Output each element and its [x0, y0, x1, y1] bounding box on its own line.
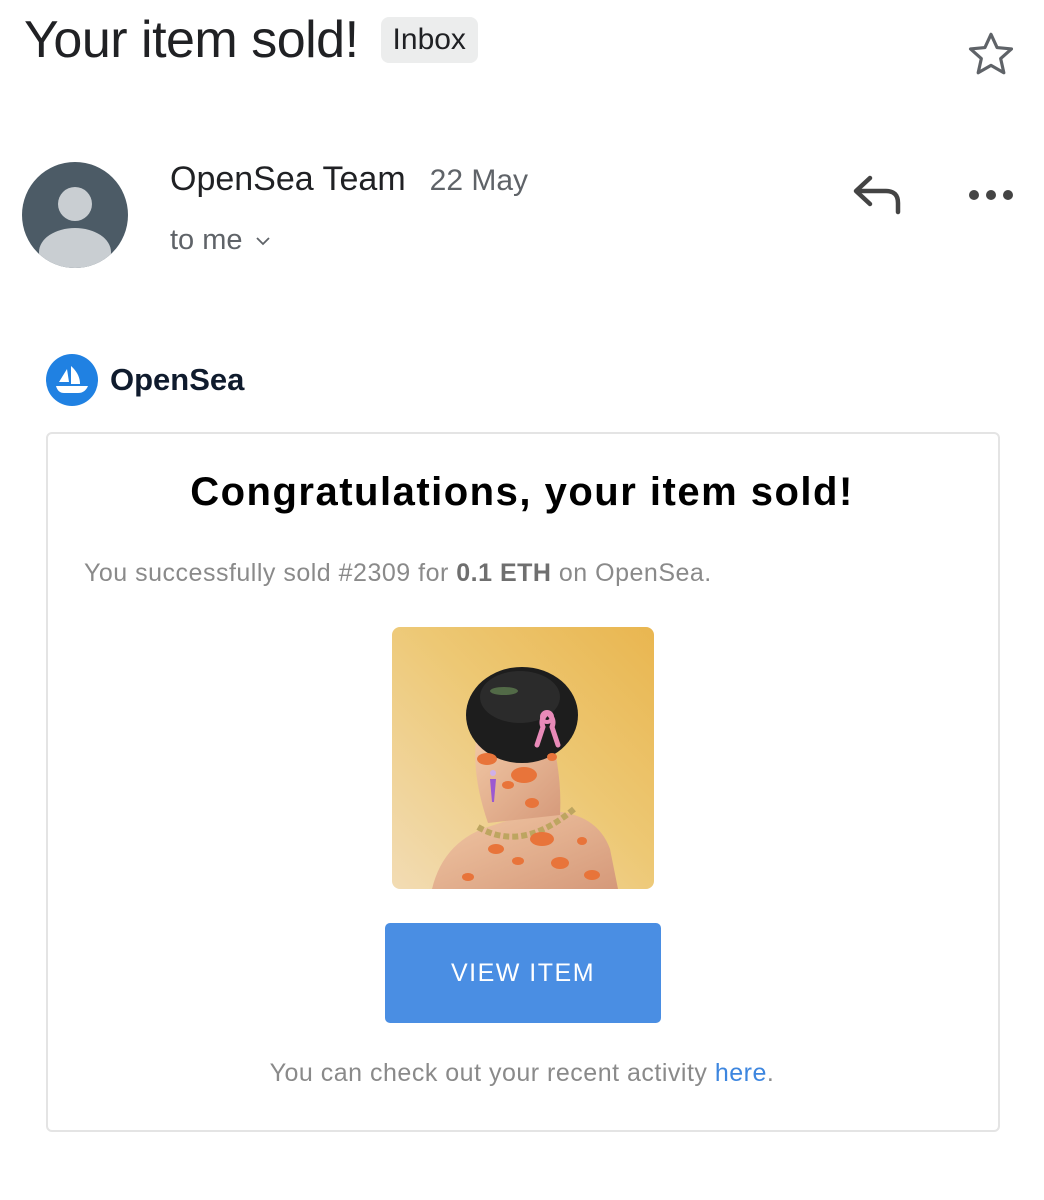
sender-avatar[interactable] — [22, 162, 128, 268]
email-subject: Your item sold! — [24, 11, 359, 69]
recipient-toggle[interactable]: to me — [170, 224, 271, 257]
inbox-label-chip[interactable]: Inbox — [380, 17, 478, 63]
recent-activity-text: You can check out your recent activity — [269, 1059, 708, 1087]
opensea-logo-icon — [46, 354, 98, 406]
sender-name[interactable]: OpenSea Team — [170, 160, 406, 199]
recipient-text: to me — [170, 224, 243, 256]
view-item-button[interactable]: VIEW ITEM — [385, 923, 661, 1023]
sender-row: OpenSea Team 22 May — [170, 160, 528, 199]
email-date: 22 May — [429, 164, 529, 197]
reply-icon[interactable] — [850, 170, 906, 218]
star-icon[interactable] — [964, 28, 1018, 82]
card-title: Congratulations, your item sold! — [190, 470, 854, 514]
recent-activity-link[interactable]: here — [715, 1059, 767, 1087]
sale-description: You successfully sold #2309 for 0.1 ETH … — [84, 559, 712, 588]
sale-amount: 0.1 ETH — [456, 559, 552, 587]
recent-activity-note: You can check out your recent activity h… — [0, 1059, 1044, 1088]
footer-period: . — [766, 1059, 775, 1087]
nft-item-image[interactable] — [392, 627, 654, 889]
email-header: Your item sold! Inbox — [24, 8, 478, 72]
chevron-down-icon — [255, 236, 270, 245]
opensea-brand-name: OpenSea — [110, 362, 245, 397]
sale-text-prefix: You successfully sold #2309 for — [84, 559, 449, 587]
brand-header: OpenSea — [46, 354, 244, 406]
person-icon — [39, 187, 111, 268]
sale-text-suffix: on OpenSea. — [558, 559, 712, 587]
more-options-icon[interactable] — [966, 184, 1016, 206]
